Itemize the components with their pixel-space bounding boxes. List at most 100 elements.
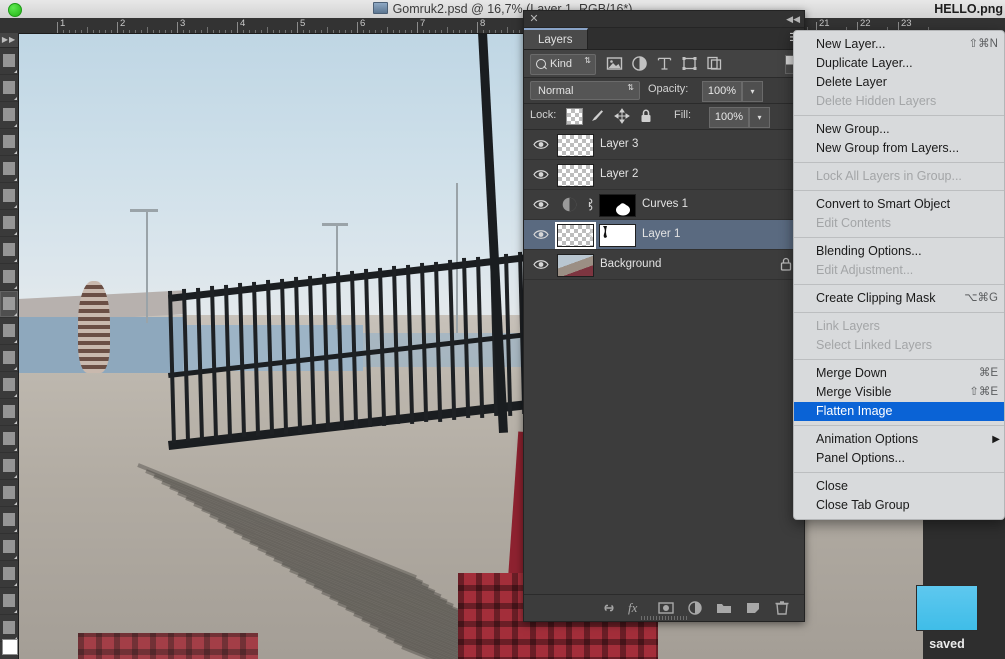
stepper-arrows-icon[interactable]: ⇅ (584, 57, 591, 65)
tool-button[interactable] (0, 291, 18, 318)
layer-visibility-eye-icon[interactable] (533, 198, 549, 211)
tab-layers[interactable]: Layers (524, 28, 588, 49)
lock-row[interactable]: Lock: Fill: 100% ▾ (524, 104, 804, 130)
menu-item[interactable]: New Group from Layers... (794, 139, 1004, 158)
panel-drag-grip[interactable]: ✕ ◀◀ (524, 11, 804, 28)
tool-button[interactable] (0, 561, 18, 588)
tool-list[interactable] (0, 48, 18, 642)
menu-item[interactable]: Close Tab Group (794, 496, 1004, 515)
lock-position-icon[interactable] (614, 108, 630, 124)
delete-layer-icon[interactable] (773, 599, 791, 617)
layer-mask-thumbnail[interactable] (599, 194, 636, 217)
layer-thumbnail[interactable] (557, 164, 594, 187)
layer-row[interactable]: Layer 3 (524, 130, 804, 160)
layer-style-fx-icon[interactable]: fx (628, 599, 637, 617)
layers-panel-toolbar[interactable]: fx (524, 594, 804, 621)
blend-mode-row[interactable]: Normal ⇅ Opacity: 100% ▾ (524, 78, 804, 104)
layer-visibility-eye-icon[interactable] (533, 258, 549, 271)
tool-button[interactable] (0, 534, 18, 561)
mask-link-icon[interactable] (585, 197, 594, 212)
lock-all-icon[interactable] (638, 108, 654, 124)
menu-item[interactable]: Close (794, 477, 1004, 496)
menu-item[interactable]: Animation Options ▶ (794, 430, 1004, 449)
tool-button[interactable] (0, 156, 18, 183)
lock-transparent-pixels-icon[interactable] (566, 108, 583, 125)
tool-button[interactable] (0, 345, 18, 372)
tool-button[interactable] (0, 588, 18, 615)
layer-mask-thumbnail[interactable] (599, 224, 636, 247)
foreground-background-color-swatch[interactable] (2, 639, 18, 655)
lock-image-pixels-icon[interactable] (590, 108, 606, 124)
tool-button[interactable] (0, 48, 18, 75)
collapse-panel-icon[interactable]: ◀◀ (786, 13, 800, 25)
opacity-dropdown-icon[interactable]: ▾ (742, 81, 763, 102)
menu-item[interactable]: New Layer... ⇧⌘N (794, 35, 1004, 54)
layer-row[interactable]: Layer 2 (524, 160, 804, 190)
tool-button[interactable] (0, 453, 18, 480)
adjustment-layer-filter-icon[interactable] (631, 55, 648, 72)
layer-thumbnail[interactable] (557, 254, 594, 277)
menu-item[interactable]: Convert to Smart Object (794, 195, 1004, 214)
menu-item[interactable]: Delete Layer (794, 73, 1004, 92)
pixel-layer-filter-icon[interactable] (606, 55, 623, 72)
tool-palette[interactable]: ▶▶ (0, 33, 19, 659)
new-group-icon[interactable] (715, 599, 733, 617)
type-layer-filter-icon[interactable] (656, 55, 673, 72)
layer-visibility-eye-icon[interactable] (533, 168, 549, 181)
layers-panel-context-menu[interactable]: New Layer... ⇧⌘N Duplicate Layer... Delete … (793, 30, 1005, 520)
saved-file-item[interactable]: saved (907, 585, 987, 651)
link-layers-icon[interactable] (600, 599, 618, 617)
menu-item[interactable]: Panel Options... (794, 449, 1004, 468)
layer-filter-row[interactable]: Kind ⇅ (524, 50, 804, 78)
panel-resize-grip[interactable] (641, 616, 687, 620)
menu-item[interactable]: Merge Visible ⇧⌘E (794, 383, 1004, 402)
close-icon[interactable]: ✕ (528, 13, 540, 25)
tool-button[interactable] (0, 102, 18, 129)
tool-button[interactable] (0, 237, 18, 264)
saved-file-thumbnail[interactable] (916, 585, 978, 631)
layer-name[interactable]: Background (600, 258, 661, 270)
add-layer-mask-icon[interactable] (657, 599, 675, 617)
menu-item[interactable]: Blending Options... (794, 242, 1004, 261)
tool-palette-collapse[interactable]: ▶▶ (0, 33, 18, 48)
tool-button[interactable] (0, 210, 18, 237)
menu-item[interactable]: Create Clipping Mask ⌥⌘G (794, 289, 1004, 308)
smart-object-filter-icon[interactable] (706, 55, 723, 72)
layer-row[interactable]: Layer 1 (524, 220, 804, 250)
tool-button[interactable] (0, 615, 18, 642)
fill-input[interactable]: 100% (709, 107, 749, 128)
tool-button[interactable] (0, 183, 18, 210)
menu-item[interactable]: Duplicate Layer... (794, 54, 1004, 73)
layer-name[interactable]: Layer 2 (600, 168, 638, 180)
tool-button[interactable] (0, 399, 18, 426)
menu-item[interactable]: New Group... (794, 120, 1004, 139)
layer-list[interactable]: Layer 3 Layer 2 Curves 1 Layer 1 Background (524, 130, 804, 280)
tool-button[interactable] (0, 372, 18, 399)
shape-layer-filter-icon[interactable] (681, 55, 698, 72)
menu-item[interactable]: Merge Down ⌘E (794, 364, 1004, 383)
tool-button[interactable] (0, 264, 18, 291)
layers-panel[interactable]: ✕ ◀◀ Layers ☰ Kind ⇅ Normal (523, 10, 805, 622)
tool-button[interactable] (0, 318, 18, 345)
layer-row[interactable]: Background (524, 250, 804, 280)
filter-kind-select[interactable]: Kind ⇅ (530, 54, 596, 75)
stepper-arrows-icon[interactable]: ⇅ (627, 84, 634, 92)
mask-link-icon[interactable] (585, 227, 594, 242)
panel-tab-row[interactable]: Layers ☰ (524, 28, 804, 50)
curves-adjustment-icon[interactable] (561, 196, 578, 213)
tool-button[interactable] (0, 480, 18, 507)
layer-name[interactable]: Layer 1 (642, 228, 680, 240)
tool-button[interactable] (0, 75, 18, 102)
layer-name[interactable]: Layer 3 (600, 138, 638, 150)
layer-thumbnail[interactable] (557, 134, 594, 157)
layer-visibility-eye-icon[interactable] (533, 138, 549, 151)
layer-name[interactable]: Curves 1 (642, 198, 688, 210)
layer-row[interactable]: Curves 1 (524, 190, 804, 220)
blend-mode-select[interactable]: Normal ⇅ (530, 81, 640, 100)
tool-button[interactable] (0, 426, 18, 453)
layer-visibility-eye-icon[interactable] (533, 228, 549, 241)
tool-button[interactable] (0, 129, 18, 156)
new-adjustment-layer-icon[interactable] (686, 599, 704, 617)
menu-item[interactable]: Flatten Image (794, 402, 1004, 421)
fill-dropdown-icon[interactable]: ▾ (749, 107, 770, 128)
